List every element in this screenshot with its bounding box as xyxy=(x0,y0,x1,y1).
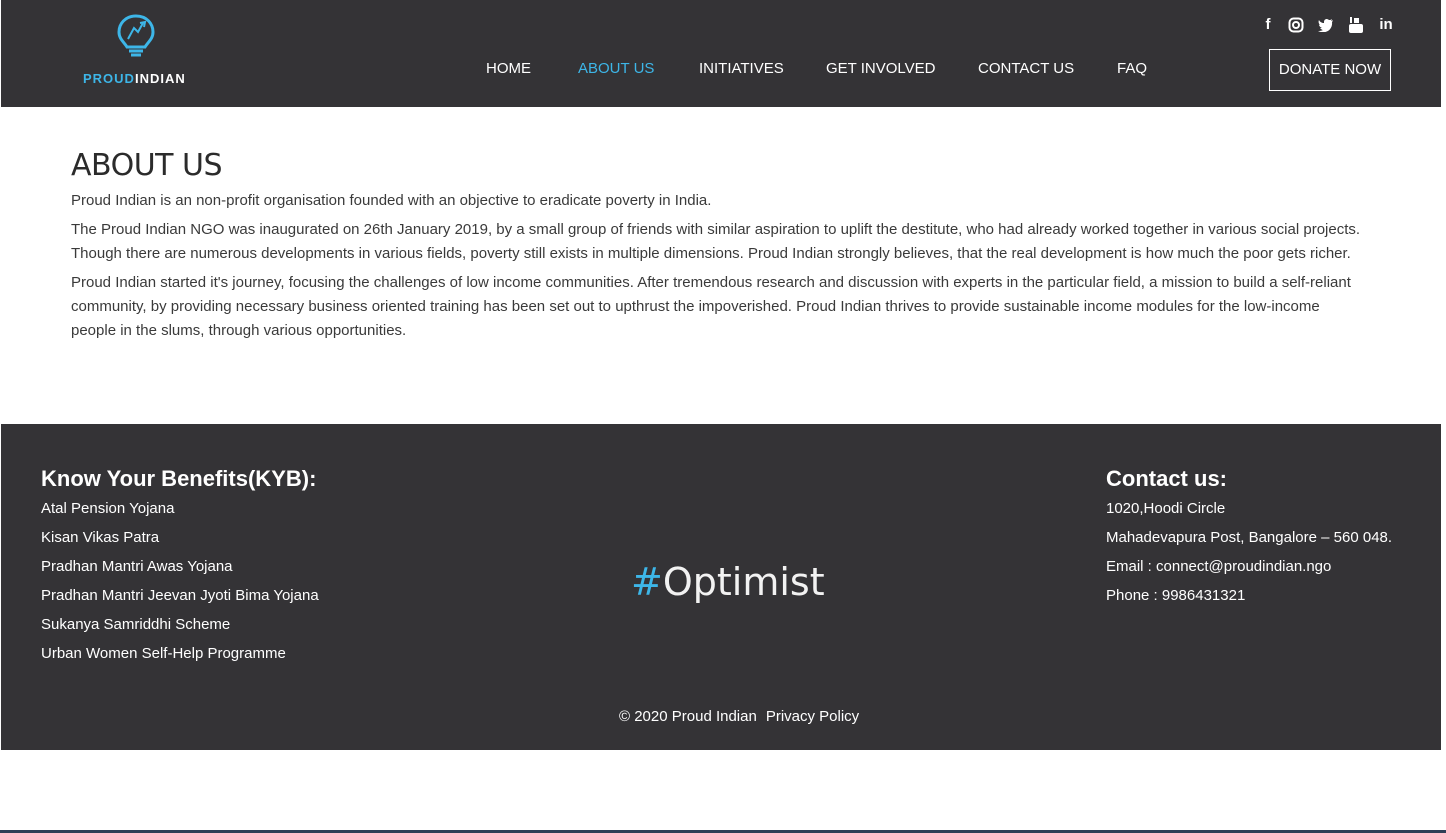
nav-home[interactable]: HOME xyxy=(486,60,531,77)
contact-address-line: 1020,Hoodi Circle xyxy=(1106,500,1226,517)
kyb-item[interactable]: Pradhan Mantri Jeevan Jyoti Bima Yojana xyxy=(41,581,319,610)
copyright-text: © 2020 Proud Indian xyxy=(619,708,757,725)
optimist-tagline: #Optimist xyxy=(631,560,825,604)
contact-title: Contact us: xyxy=(1106,466,1227,491)
nav-get-involved[interactable]: GET INVOLVED xyxy=(826,60,935,77)
lightbulb-icon xyxy=(117,14,155,57)
kyb-item[interactable]: Atal Pension Yojana xyxy=(41,494,319,523)
contact-section: Contact us: 1020,Hoodi Circle Mahadevapu… xyxy=(1106,466,1392,610)
logo[interactable]: PROUDINDIAN xyxy=(83,14,193,90)
about-section: ABOUT US Proud Indian is an non-profit o… xyxy=(71,148,1371,348)
linkedin-icon[interactable]: in xyxy=(1377,16,1395,34)
donate-now-button[interactable]: DONATE NOW xyxy=(1269,49,1391,91)
site-footer: Know Your Benefits(KYB): Atal Pension Yo… xyxy=(1,424,1441,750)
contact-email[interactable]: Email : connect@proudindian.ngo xyxy=(1106,552,1392,581)
contact-address-line: Mahadevapura Post, Bangalore – 560 048. xyxy=(1106,529,1393,546)
kyb-title: Know Your Benefits(KYB): xyxy=(41,466,317,491)
kyb-item[interactable]: Pradhan Mantri Awas Yojana xyxy=(41,552,319,581)
kyb-item[interactable]: Urban Women Self-Help Programme xyxy=(41,639,319,668)
nav-about-us[interactable]: ABOUT US xyxy=(578,60,654,77)
about-paragraph-3: Proud Indian started it's journey, focus… xyxy=(71,274,1351,339)
page-title: ABOUT US xyxy=(71,148,223,183)
kyb-item[interactable]: Kisan Vikas Patra xyxy=(41,523,319,552)
tagline-word: Optimist xyxy=(662,560,825,604)
kyb-item[interactable]: Sukanya Samriddhi Scheme xyxy=(41,610,319,639)
copyright-bar: © 2020 Proud Indian Privacy Policy xyxy=(619,708,859,725)
contact-phone[interactable]: Phone : 9986431321 xyxy=(1106,581,1392,610)
logo-text-indian: INDIAN xyxy=(134,71,186,86)
tagline-hash: # xyxy=(631,560,663,604)
facebook-icon[interactable]: f xyxy=(1259,16,1277,34)
youtube-icon[interactable] xyxy=(1347,16,1365,34)
logo-text: PROUDINDIAN xyxy=(83,71,193,86)
about-paragraph-2: The Proud Indian NGO was inaugurated on … xyxy=(71,221,1361,262)
kyb-section: Know Your Benefits(KYB): Atal Pension Yo… xyxy=(41,466,319,668)
nav-initiatives[interactable]: INITIATIVES xyxy=(699,60,784,77)
privacy-policy-link[interactable]: Privacy Policy xyxy=(766,708,859,725)
nav-faq[interactable]: FAQ xyxy=(1117,60,1147,77)
site-header: PROUDINDIAN HOME ABOUT US INITIATIVES GE… xyxy=(1,0,1441,107)
twitter-icon[interactable] xyxy=(1317,16,1335,34)
about-paragraph-1: Proud Indian is an non-profit organisati… xyxy=(71,192,712,209)
instagram-icon[interactable] xyxy=(1287,16,1305,34)
nav-contact-us[interactable]: CONTACT US xyxy=(978,60,1074,77)
logo-text-proud: PROUD xyxy=(83,71,135,86)
